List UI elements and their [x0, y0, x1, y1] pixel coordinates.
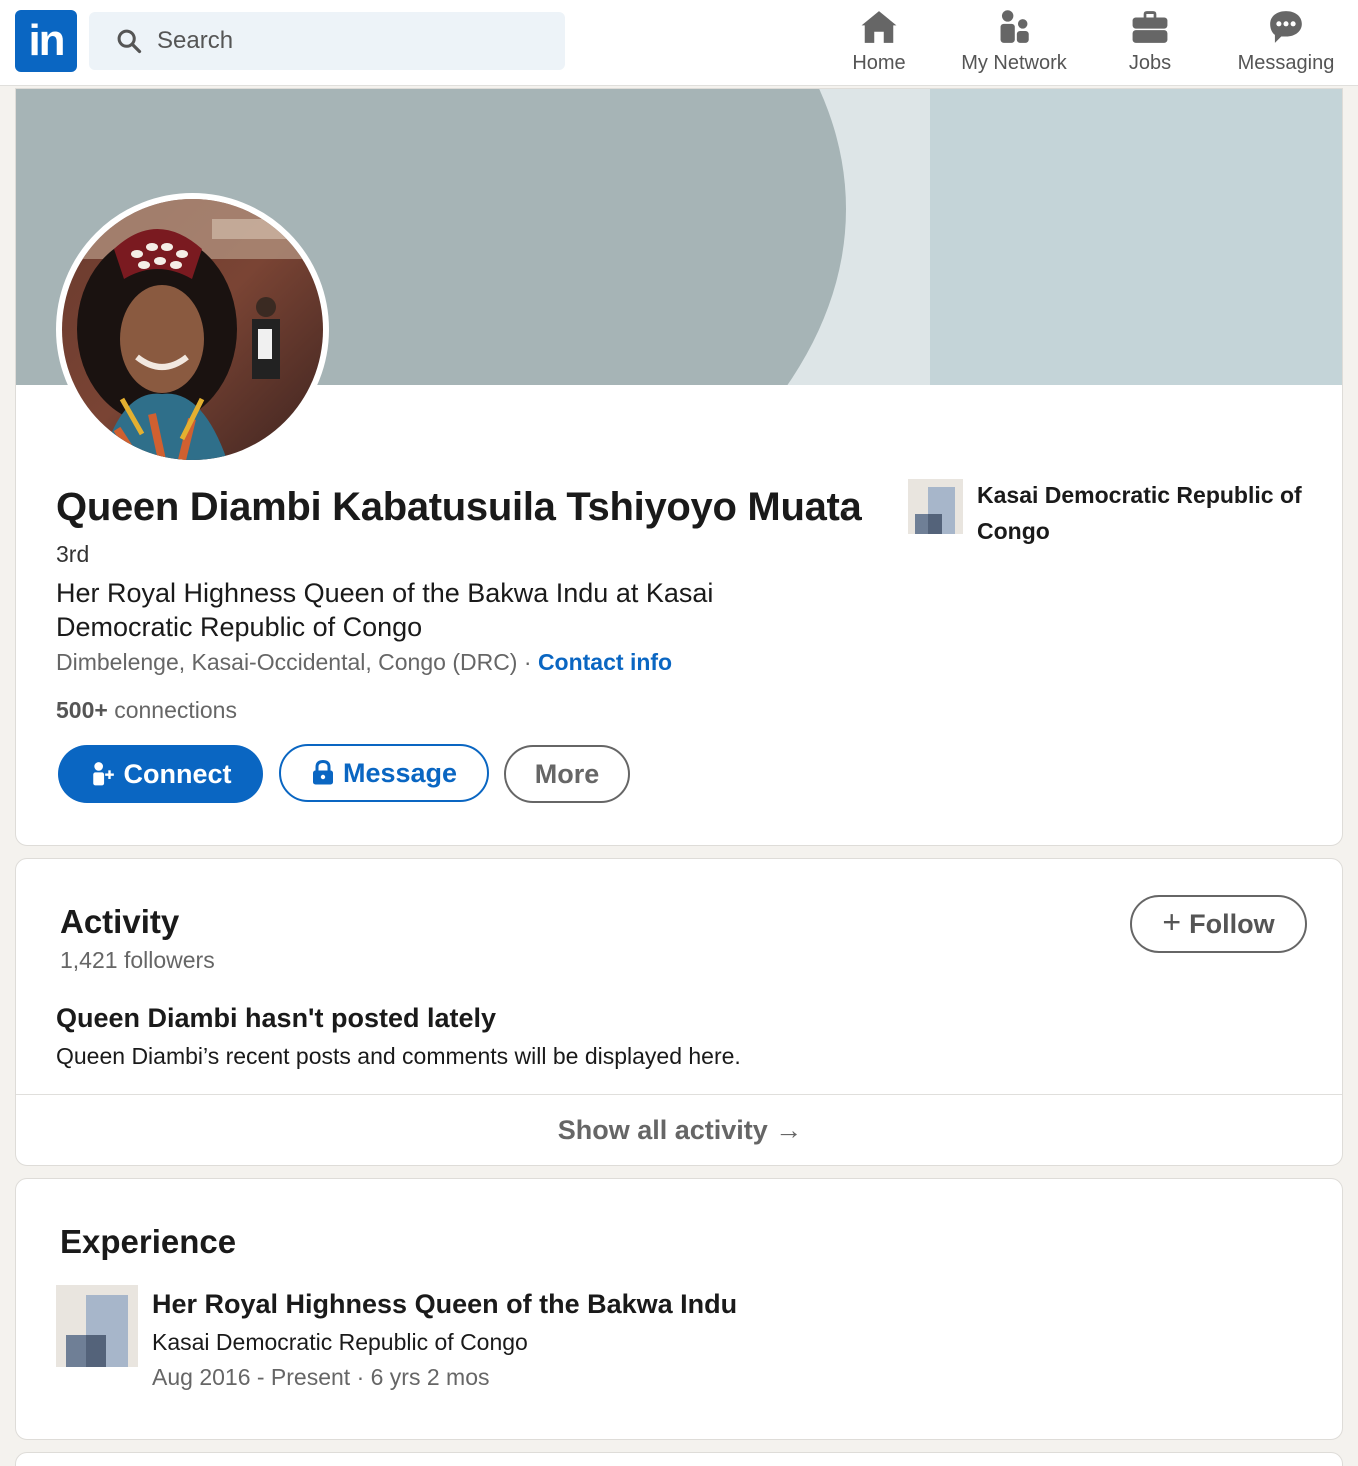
- no-posts-description: Queen Diambi’s recent posts and comments…: [56, 1043, 741, 1069]
- connections-count[interactable]: 500+ connections: [56, 697, 237, 724]
- linkedin-logo-icon[interactable]: in: [15, 10, 77, 72]
- nav-jobs[interactable]: Jobs: [1120, 8, 1180, 78]
- profile-headline: Her Royal Highness Queen of the Bakwa In…: [56, 578, 714, 642]
- home-icon: [861, 11, 897, 43]
- profile-photo: [62, 199, 323, 460]
- lock-icon: [312, 760, 333, 785]
- next-section-card: [15, 1452, 1343, 1466]
- search-icon: [117, 29, 142, 54]
- connections-label: connections: [107, 697, 237, 723]
- experience-company-logo-icon[interactable]: [56, 1285, 138, 1367]
- profile-name: Queen Diambi Kabatusuila Tshiyoyo Muata: [56, 485, 862, 529]
- activity-title: Activity: [60, 903, 180, 940]
- profile-avatar[interactable]: [56, 193, 329, 466]
- current-company[interactable]: Kasai Democratic Republic of Congo: [908, 479, 1307, 549]
- connection-degree: 3rd: [56, 541, 90, 567]
- experience-dates: Aug 2016 - Present · 6 yrs 2 mos: [152, 1364, 490, 1390]
- location-row: Dimbelenge, Kasai-Occidental, Congo (DRC…: [56, 649, 672, 676]
- connections-number: 500+: [56, 697, 108, 723]
- briefcase-icon: [1132, 11, 1168, 43]
- show-all-activity-link[interactable]: Show all activity →: [16, 1095, 1342, 1165]
- no-posts-title: Queen Diambi hasn't posted lately: [56, 1003, 497, 1033]
- add-person-icon: [92, 762, 114, 786]
- profile-card: Queen Diambi Kabatusuila Tshiyoyo Muata …: [15, 88, 1343, 846]
- connect-button[interactable]: Connect: [58, 745, 263, 803]
- profile-location: Dimbelenge, Kasai-Occidental, Congo (DRC…: [56, 649, 518, 675]
- network-icon: [1000, 10, 1029, 43]
- nav-home[interactable]: Home: [846, 8, 912, 78]
- follow-button[interactable]: + Follow: [1130, 895, 1307, 953]
- company-name: Kasai Democratic Republic of Congo: [977, 482, 1302, 544]
- search-input[interactable]: [157, 27, 537, 55]
- experience-company: Kasai Democratic Republic of Congo: [152, 1329, 528, 1355]
- show-all-activity-label: Show all activity →: [557, 1114, 803, 1145]
- search-bar[interactable]: [89, 12, 565, 70]
- experience-role: Her Royal Highness Queen of the Bakwa In…: [152, 1289, 738, 1319]
- experience-card: Experience Her Royal Highness Queen of t…: [15, 1178, 1343, 1440]
- message-button[interactable]: Message: [279, 744, 489, 802]
- experience-title: Experience: [60, 1223, 237, 1260]
- activity-card: Activity 1,421 followers + Follow Queen …: [15, 858, 1343, 1166]
- follow-button-label: Follow: [1189, 908, 1275, 939]
- connect-button-label: Connect: [123, 758, 232, 789]
- contact-info-link[interactable]: Contact info: [538, 649, 672, 675]
- nav-messaging-label: Messaging: [1237, 52, 1335, 74]
- more-button-label: More: [534, 758, 600, 789]
- name-separator: ·: [842, 497, 850, 522]
- messaging-icon: [1270, 11, 1302, 43]
- message-button-label: Message: [342, 757, 458, 788]
- location-separator: ·: [517, 649, 538, 675]
- company-logo-icon: [908, 479, 963, 534]
- nav-my-network-label: My Network: [961, 52, 1067, 74]
- plus-icon: +: [1162, 903, 1182, 940]
- nav-jobs-label: Jobs: [1128, 52, 1172, 74]
- nav-messaging[interactable]: Messaging: [1230, 8, 1342, 78]
- top-nav: in Home My Network Jobs: [0, 0, 1358, 86]
- more-button[interactable]: More: [504, 745, 630, 803]
- nav-my-network[interactable]: My Network: [952, 8, 1076, 78]
- followers-count: 1,421 followers: [60, 947, 215, 973]
- nav-home-label: Home: [852, 52, 906, 74]
